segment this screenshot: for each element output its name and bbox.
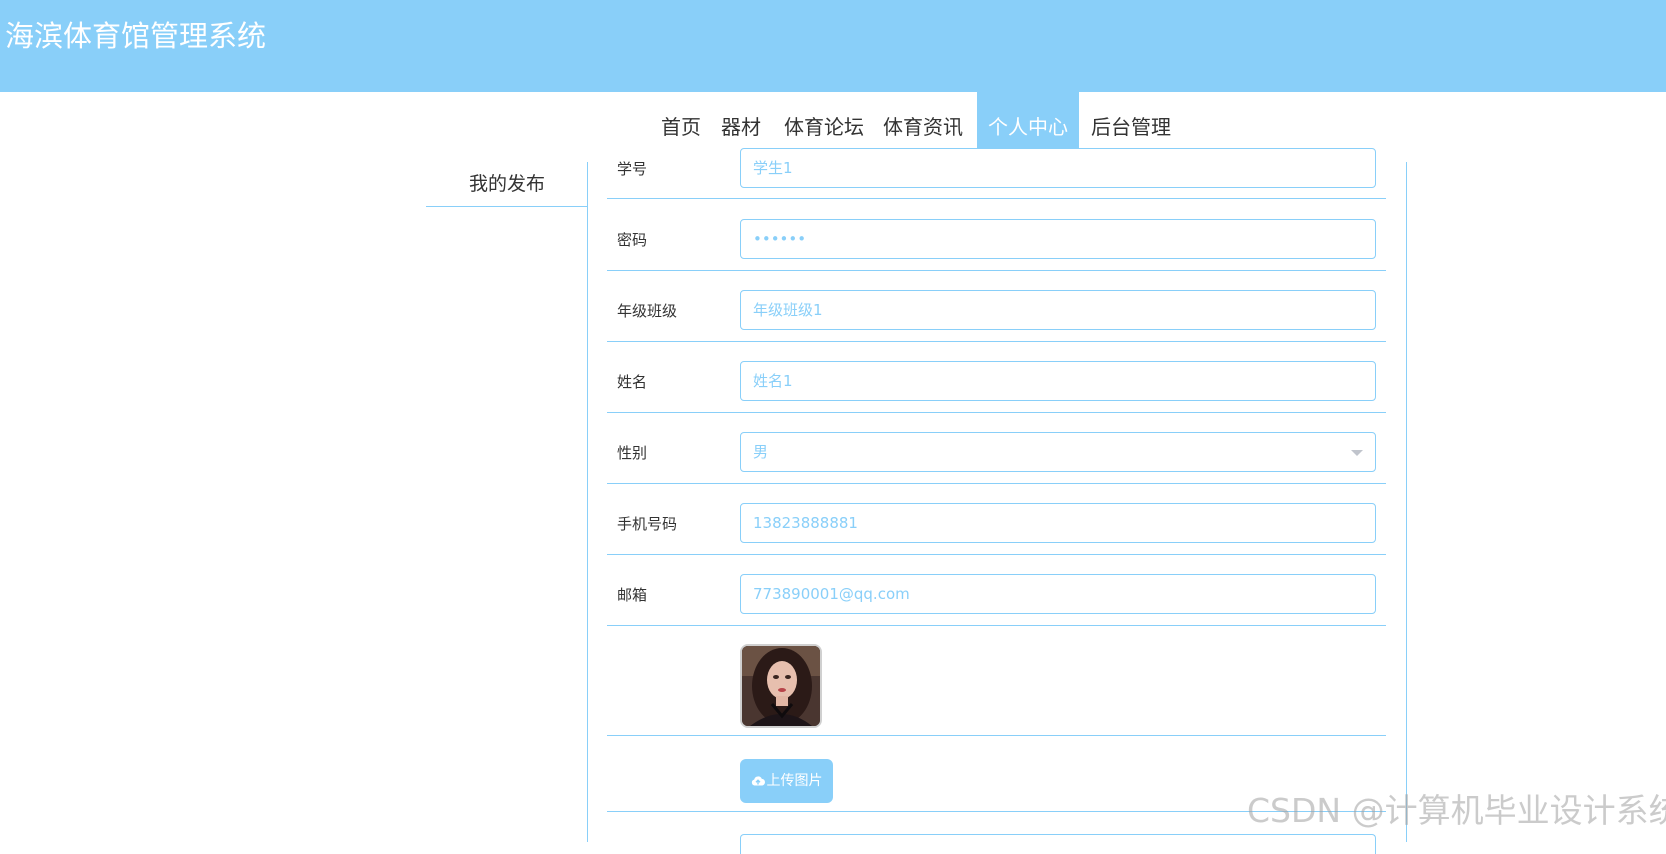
gender-label: 性别 (617, 444, 648, 462)
name-input[interactable]: 姓名1 (740, 361, 1376, 401)
phone-input[interactable]: 13823888881 (740, 503, 1376, 543)
form-row-gender: 性别 男 (607, 413, 1386, 484)
password-input[interactable]: •••••• (740, 219, 1376, 259)
sidebar-item-my-posts[interactable]: 我的发布 (426, 162, 588, 207)
gender-select[interactable]: 男 (740, 432, 1376, 472)
form-row-password: 密码 •••••• (607, 199, 1386, 271)
chevron-down-icon (1351, 450, 1363, 456)
name-label: 姓名 (617, 373, 648, 391)
site-title: 海滨体育馆管理系统 (5, 19, 267, 53)
avatar (740, 644, 822, 728)
site-header: 海滨体育馆管理系统 (0, 0, 1666, 92)
form-row-email: 邮箱 773890001@qq.com (607, 555, 1386, 626)
upload-image-label: 上传图片 (766, 773, 823, 789)
watermark: CSDN @计算机毕业设计系统 (1247, 791, 1666, 830)
sidebar: 我的发布 (426, 162, 588, 207)
form-row-grade-class: 年级班级 年级班级1 (607, 271, 1386, 342)
form-row-phone: 手机号码 13823888881 (607, 484, 1386, 555)
student-id-input[interactable]: 学生1 (740, 148, 1376, 188)
email-input[interactable]: 773890001@qq.com (740, 574, 1376, 614)
grade-class-label: 年级班级 (617, 302, 678, 320)
form-row-student-id: 学号 学生1 (607, 140, 1386, 199)
email-label: 邮箱 (617, 586, 648, 604)
upload-image-button[interactable]: 上传图片 (740, 759, 833, 803)
gender-select-value: 男 (753, 443, 769, 461)
grade-class-input[interactable]: 年级班级1 (740, 290, 1376, 330)
student-id-label: 学号 (617, 160, 648, 178)
next-form-input[interactable] (740, 834, 1376, 854)
password-label: 密码 (617, 231, 648, 249)
form-row-name: 姓名 姓名1 (607, 342, 1386, 413)
form-row-avatar (607, 626, 1386, 736)
avatar-image (742, 646, 820, 726)
content-border-left (587, 162, 588, 842)
phone-label: 手机号码 (617, 515, 678, 533)
cloud-upload-icon (751, 776, 765, 786)
content-border-right (1406, 162, 1407, 842)
